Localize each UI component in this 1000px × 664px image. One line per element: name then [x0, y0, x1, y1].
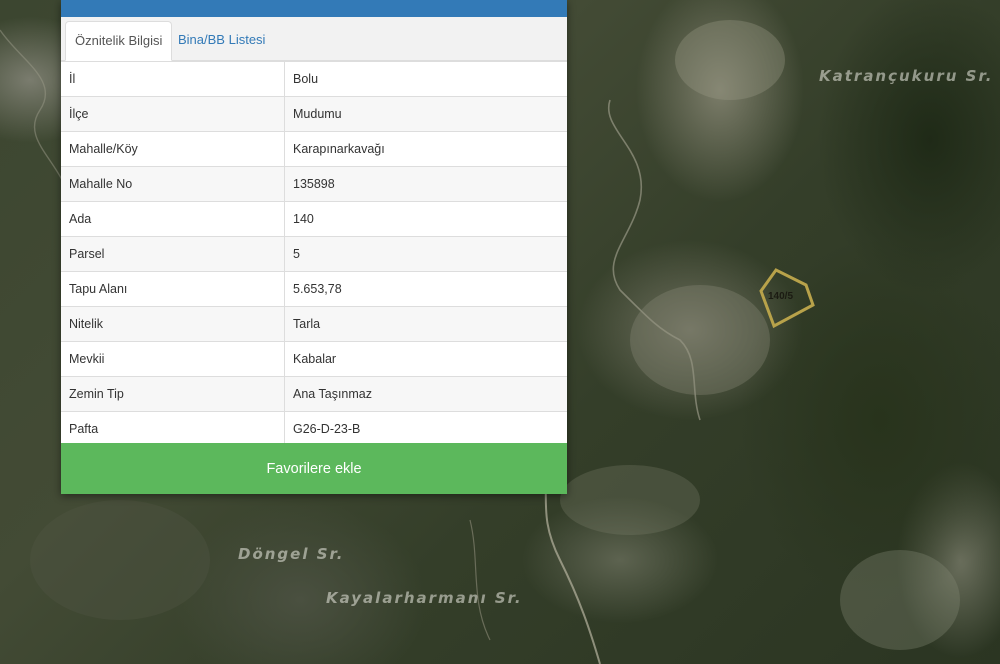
row-value: 5.653,78: [284, 271, 567, 307]
table-row: İl Bolu: [61, 61, 567, 97]
parcel-label: 140/5: [768, 291, 794, 302]
row-key: Nitelik: [61, 306, 285, 342]
map-place-label: Katrançukuru Sr.: [819, 67, 994, 85]
panel-header: [61, 0, 567, 17]
row-key: Pafta: [61, 411, 285, 446]
row-value: Ana Taşınmaz: [284, 376, 567, 412]
table-row: Pafta G26-D-23-B: [61, 411, 567, 446]
table-row: İlçe Mudumu: [61, 96, 567, 132]
table-row: Mahalle/Köy Karapınarkavağı: [61, 131, 567, 167]
row-value: Kabalar: [284, 341, 567, 377]
row-key: Parsel: [61, 236, 285, 272]
parcel-info-panel: Öznitelik Bilgisi Bina/BB Listesi İl Bolu…: [61, 0, 567, 494]
row-key: İlçe: [61, 96, 285, 132]
road-line: [469, 519, 491, 641]
stream-line: [0, 29, 71, 201]
row-value: 140: [284, 201, 567, 237]
row-key: Mevkii: [61, 341, 285, 377]
map-place-label: Kayalarharmanı Sr.: [326, 589, 523, 607]
row-key: Zemin Tip: [61, 376, 285, 412]
tab-bar: Öznitelik Bilgisi Bina/BB Listesi: [61, 17, 567, 61]
row-key: Ada: [61, 201, 285, 237]
row-key: Mahalle/Köy: [61, 131, 285, 167]
row-value: Tarla: [284, 306, 567, 342]
row-value: Bolu: [284, 61, 567, 97]
row-key: Tapu Alanı: [61, 271, 285, 307]
table-row: Mevkii Kabalar: [61, 341, 567, 377]
map-place-label: Döngel Sr.: [238, 545, 345, 563]
table-row: Nitelik Tarla: [61, 306, 567, 342]
table-row: Ada 140: [61, 201, 567, 237]
row-value: G26-D-23-B: [284, 411, 567, 446]
row-value: Mudumu: [284, 96, 567, 132]
row-value: Karapınarkavağı: [284, 131, 567, 167]
row-key: İl: [61, 61, 285, 97]
add-to-favorites-button[interactable]: Favorilere ekle: [61, 443, 567, 494]
row-value: 135898: [284, 166, 567, 202]
table-row: Zemin Tip Ana Taşınmaz: [61, 376, 567, 412]
table-row: Tapu Alanı 5.653,78: [61, 271, 567, 307]
table-row: Mahalle No 135898: [61, 166, 567, 202]
attribute-table: İl Bolu İlçe Mudumu Mahalle/Köy Karapınarka…: [61, 61, 567, 446]
row-value: 5: [284, 236, 567, 272]
table-row: Parsel 5: [61, 236, 567, 272]
tab-attribute-info[interactable]: Öznitelik Bilgisi: [65, 21, 173, 61]
row-key: Mahalle No: [61, 166, 285, 202]
tab-building-list[interactable]: Bina/BB Listesi: [169, 21, 274, 59]
